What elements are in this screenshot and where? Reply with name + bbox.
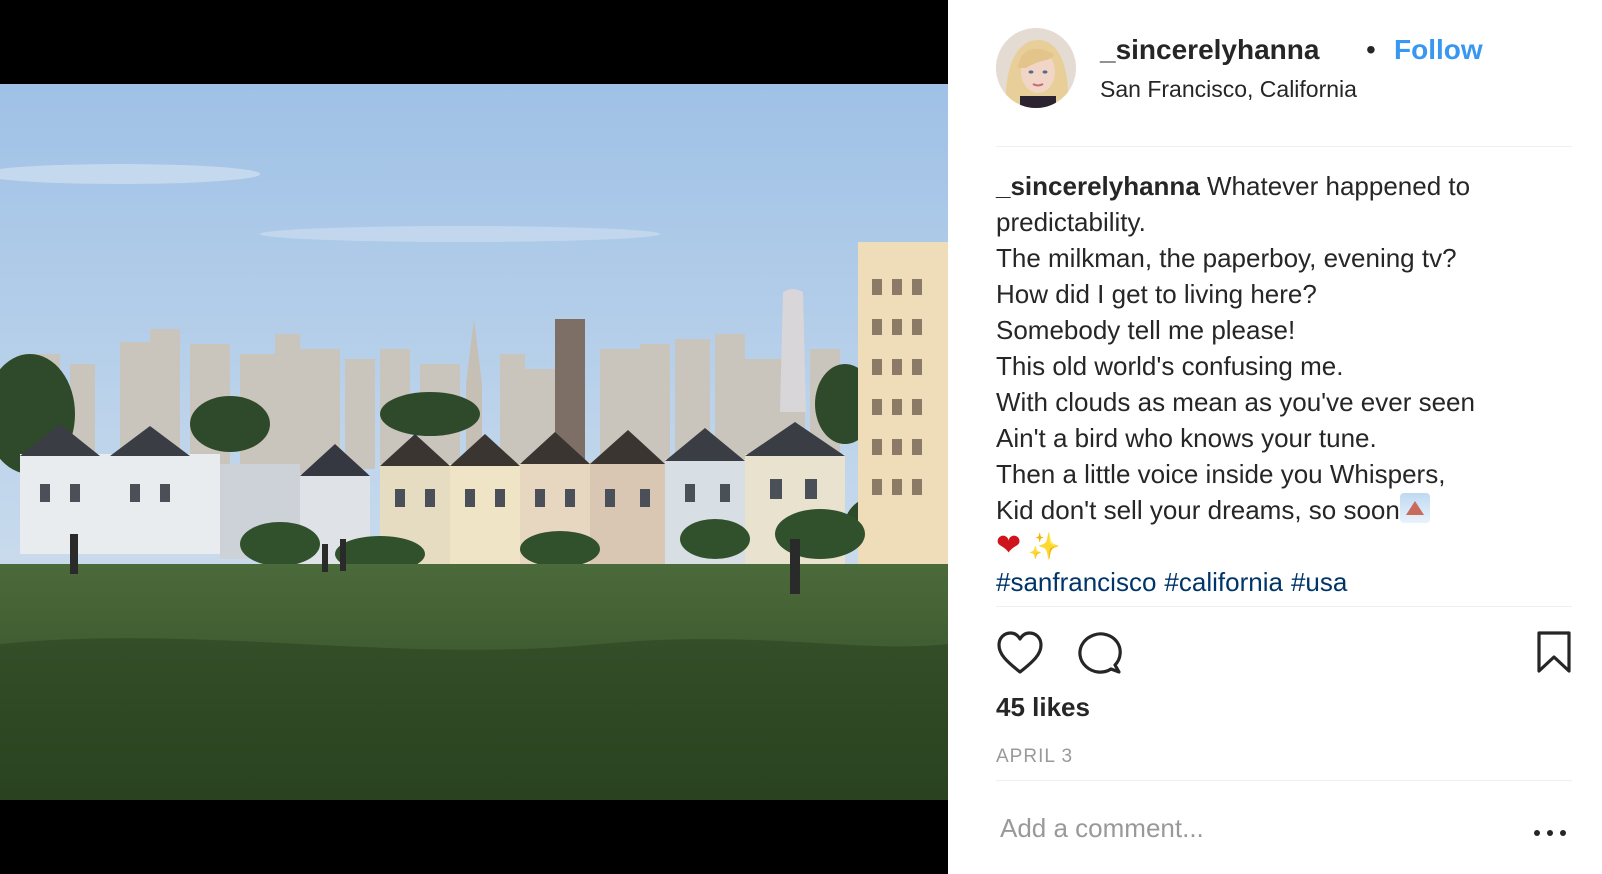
- post-location[interactable]: San Francisco, California: [1100, 76, 1357, 103]
- sparkles-emoji-icon: ✨: [1028, 531, 1061, 561]
- separator-dot: •: [1366, 34, 1376, 65]
- caption-first-line: _sincerelyhanna Whatever happened to: [996, 168, 1572, 204]
- caption-text-line: Then a little voice inside you Whispers,: [996, 459, 1446, 489]
- caption-username[interactable]: _sincerelyhanna: [996, 171, 1200, 201]
- more-options-icon[interactable]: [1534, 830, 1568, 840]
- photo-pane: [0, 0, 948, 874]
- caption-last-line: Kid don't sell your dreams, so soon: [996, 492, 1572, 528]
- caption-text-line: How did I get to living here?: [996, 279, 1317, 309]
- heart-emoji-icon: ❤: [996, 529, 1022, 562]
- hashtag-list: #sanfrancisco #california #usa: [996, 564, 1572, 600]
- caption-text-line: Whatever happened to: [1207, 171, 1471, 201]
- post-header: _sincerelyhanna • Follow San Francisco, …: [996, 26, 1572, 147]
- caption-text-line: Somebody tell me please!: [996, 315, 1296, 345]
- bookmark-icon[interactable]: [1536, 630, 1572, 674]
- divider: [996, 780, 1572, 781]
- hashtag-link[interactable]: #usa: [1291, 567, 1347, 597]
- like-count[interactable]: 45 likes: [996, 692, 1090, 723]
- speech-bubble-icon[interactable]: [1076, 630, 1124, 676]
- caption-text-line: Kid don't sell your dreams, so soon: [996, 495, 1400, 525]
- caption-text-line: predictability.: [996, 207, 1146, 237]
- heart-outline-icon[interactable]: [996, 630, 1044, 676]
- comment-input[interactable]: [996, 808, 1524, 848]
- divider: [996, 606, 1572, 607]
- avatar[interactable]: [996, 28, 1076, 108]
- post-username[interactable]: _sincerelyhanna: [1100, 34, 1319, 66]
- avatar-image: [996, 28, 1076, 108]
- mountain-emoji-icon: [1399, 493, 1430, 523]
- hashtag-link[interactable]: #california: [1164, 567, 1283, 597]
- post-side-panel: _sincerelyhanna • Follow San Francisco, …: [948, 0, 1602, 874]
- caption-emoji-line: ❤ ✨: [996, 528, 1572, 564]
- caption-text-line: The milkman, the paperboy, evening tv?: [996, 243, 1457, 273]
- post-caption: _sincerelyhanna Whatever happened to pre…: [996, 168, 1572, 600]
- caption-text-line: Ain't a bird who knows your tune.: [996, 423, 1377, 453]
- caption-text-line: With clouds as mean as you've ever seen: [996, 387, 1475, 417]
- hashtag-link[interactable]: #sanfrancisco: [996, 567, 1156, 597]
- painted-ladies-image: [0, 84, 948, 800]
- post-date[interactable]: APRIL 3: [996, 746, 1073, 768]
- caption-text-line: This old world's confusing me.: [996, 351, 1344, 381]
- follow-button[interactable]: Follow: [1394, 34, 1483, 66]
- action-bar: [996, 630, 1572, 680]
- post-photo[interactable]: [0, 84, 948, 800]
